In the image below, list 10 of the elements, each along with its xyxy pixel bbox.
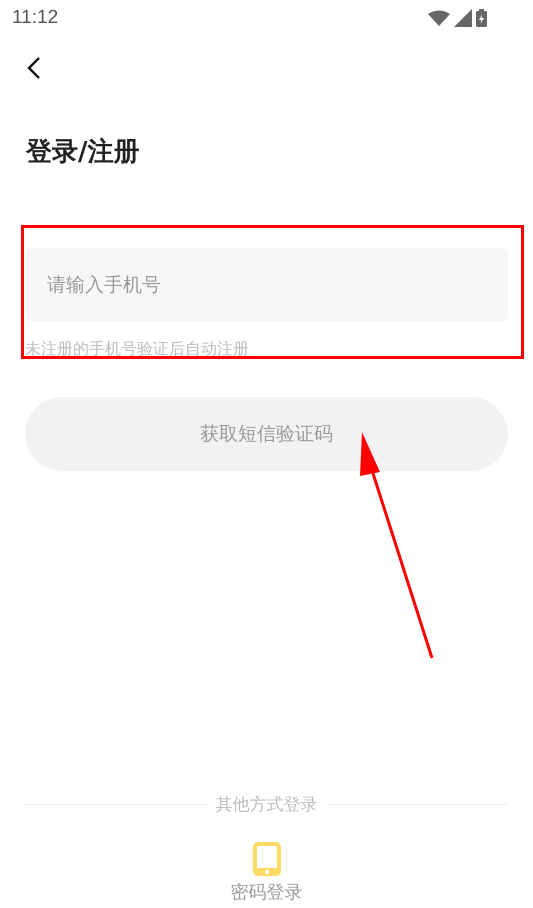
battery-icon: [476, 9, 487, 27]
wifi-icon: [428, 10, 450, 26]
status-time: 11:12: [12, 7, 58, 29]
back-icon[interactable]: [26, 56, 42, 80]
hint-text: 未注册的手机号验证后自动注册: [25, 339, 250, 359]
divider-label: 其他方式登录: [216, 794, 318, 816]
signal-icon: [454, 9, 472, 27]
phone-input-field[interactable]: 请输入手机号: [25, 248, 508, 321]
page-title: 登录/注册: [26, 136, 140, 169]
password-login-link[interactable]: 密码登录: [230, 880, 302, 904]
